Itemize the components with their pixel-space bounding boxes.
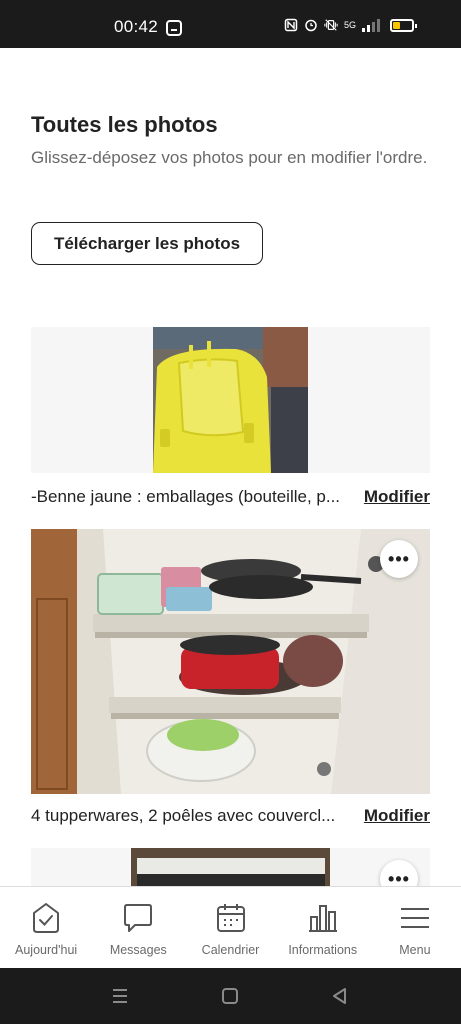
photo-image (31, 529, 430, 794)
nav-item-insights[interactable]: Informations (277, 887, 369, 968)
photo-image (131, 848, 330, 886)
bar-chart-icon (308, 905, 337, 932)
nav-item-messages[interactable]: Messages (92, 887, 184, 968)
nav-item-calendar[interactable]: Calendrier (184, 887, 276, 968)
upload-photos-button[interactable]: Télécharger les photos (31, 222, 263, 265)
recent-apps-icon[interactable] (110, 986, 130, 1006)
photo-image (153, 327, 308, 473)
nav-label-menu: Menu (399, 943, 431, 957)
photo-card[interactable] (31, 529, 430, 794)
nav-label-messages: Messages (109, 943, 167, 957)
network-5g-label: 5G (344, 19, 357, 30)
more-dots-icon: ••• (388, 868, 410, 887)
photo-card[interactable] (31, 848, 430, 886)
photo-caption: -Benne jaune : emballages (bouteille, p.… (31, 487, 341, 506)
bottom-navigation: Aujourd'hui Messages Calendrier Informat… (0, 886, 461, 968)
battery-icon (390, 18, 418, 32)
hamburger-menu-icon (400, 908, 429, 928)
photo-card[interactable] (31, 327, 430, 473)
back-icon[interactable] (330, 986, 350, 1006)
signal-icon (362, 18, 381, 32)
photo-caption-row: 4 tupperwares, 2 poêles avec couvercl...… (31, 804, 430, 828)
app-notification-icon (166, 20, 182, 36)
photos-screen: Toutes les photos Glissez-déposez vos ph… (0, 48, 461, 886)
status-icons: 5G (284, 16, 418, 34)
modify-photo-link[interactable]: Modifier (364, 487, 430, 507)
nav-label-calendar: Calendrier (201, 943, 260, 957)
more-dots-icon: ••• (388, 548, 410, 569)
nav-label-insights: Informations (288, 943, 358, 957)
system-navigation-bar (0, 968, 461, 1024)
today-check-icon (33, 903, 60, 933)
nfc-icon (284, 18, 298, 32)
photo-more-options-button[interactable]: ••• (380, 540, 418, 578)
nav-item-today[interactable]: Aujourd'hui (0, 887, 92, 968)
photo-caption-row: -Benne jaune : emballages (bouteille, p.… (31, 485, 430, 509)
nav-label-today: Aujourd'hui (15, 943, 78, 957)
photo-caption: 4 tupperwares, 2 poêles avec couvercl... (31, 806, 336, 825)
page-title: Toutes les photos (31, 112, 218, 137)
modify-photo-link[interactable]: Modifier (364, 806, 430, 826)
message-bubble-icon (124, 904, 153, 932)
vibrate-icon (324, 19, 338, 31)
nav-item-menu[interactable]: Menu (369, 887, 461, 968)
network-type: 5G (344, 19, 357, 30)
calendar-icon (216, 904, 245, 932)
status-bar: 00:42 5G (0, 0, 461, 48)
page-subtitle: Glissez-déposez vos photos pour en modif… (31, 148, 428, 167)
status-time: 00:42 (114, 17, 159, 36)
alarm-icon (305, 19, 317, 32)
home-icon[interactable] (220, 986, 240, 1006)
